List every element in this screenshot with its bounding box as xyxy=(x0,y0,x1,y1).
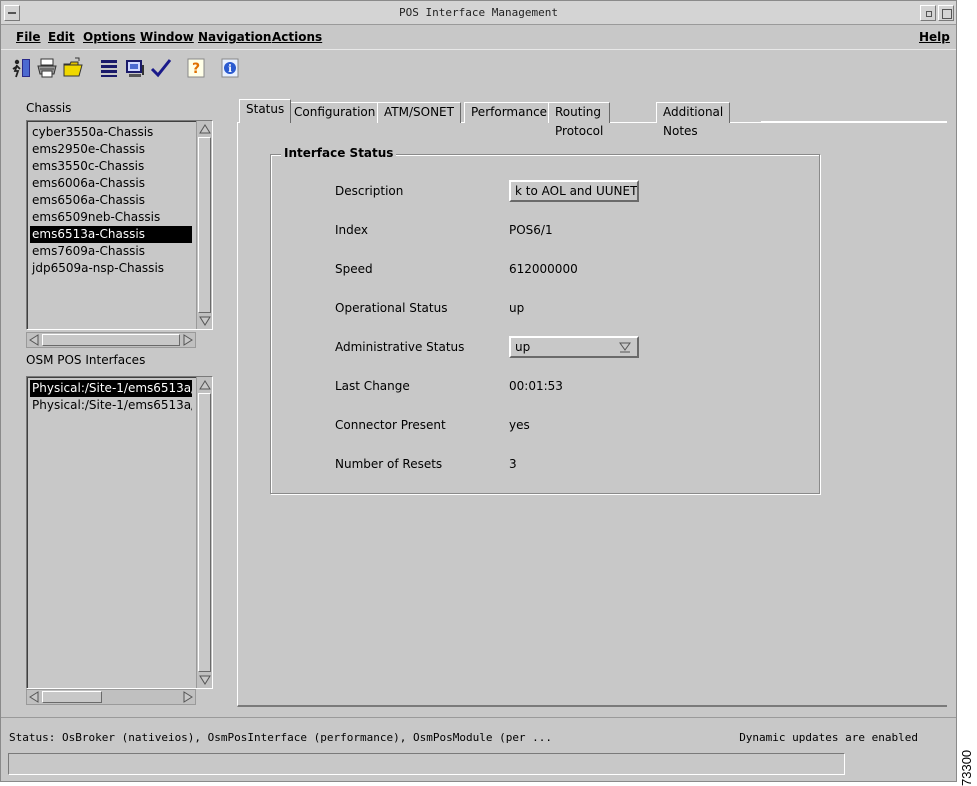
osm-pos-interfaces-label: OSM POS Interfaces xyxy=(26,353,146,367)
chassis-vertical-scrollbar[interactable] xyxy=(196,121,212,329)
osm-interface-list-item[interactable]: Physical:/Site-1/ems6513a/e xyxy=(30,397,192,414)
scroll-right-arrow-icon[interactable] xyxy=(182,691,194,703)
menu-edit[interactable]: Edit xyxy=(48,30,75,44)
help-icon[interactable]: ? xyxy=(184,56,208,80)
index-label: Index xyxy=(335,223,369,237)
chassis-list-item[interactable]: cyber3550a-Chassis xyxy=(30,124,192,141)
info-icon[interactable]: i xyxy=(218,56,242,80)
operational-status-value: up xyxy=(509,301,525,315)
chassis-vscroll-thumb[interactable] xyxy=(198,137,211,313)
osm-interface-list-item[interactable]: Physical:/Site-1/ems6513a/e xyxy=(30,380,192,397)
chassis-label: Chassis xyxy=(26,101,72,115)
tab-configuration[interactable]: Configuration xyxy=(287,102,383,123)
administrative-status-value: up xyxy=(515,340,531,354)
chassis-list-item[interactable]: ems6006a-Chassis xyxy=(30,175,192,192)
svg-text:i: i xyxy=(228,64,232,75)
scroll-up-arrow-icon[interactable] xyxy=(199,123,211,135)
chassis-list-item[interactable]: ems6509neb-Chassis xyxy=(30,209,192,226)
chassis-list-item[interactable]: ems7609a-Chassis xyxy=(30,243,192,260)
chassis-hscroll-thumb[interactable] xyxy=(42,334,180,346)
osm-horizontal-scrollbar[interactable] xyxy=(26,689,196,705)
menu-window[interactable]: Window xyxy=(140,30,194,44)
chassis-list-item[interactable]: ems3550c-Chassis xyxy=(30,158,192,175)
list-icon[interactable] xyxy=(97,56,121,80)
figure-number: 73300 xyxy=(959,749,974,786)
dynamic-updates-status: Dynamic updates are enabled xyxy=(739,731,918,744)
tab-additional-notes[interactable]: Additional Notes xyxy=(656,102,731,138)
description-field[interactable]: k to AOL and UUNET xyxy=(509,180,639,202)
status-text: Status: OsBroker (nativeios), OsmPosInte… xyxy=(9,731,553,744)
speed-label: Speed xyxy=(335,262,373,276)
chassis-list-item[interactable]: ems6506a-Chassis xyxy=(30,192,192,209)
osm-interfaces-listbox[interactable]: Physical:/Site-1/ems6513a/e Physical:/Sit… xyxy=(26,376,213,689)
osm-list-items: Physical:/Site-1/ems6513a/e Physical:/Sit… xyxy=(30,380,192,414)
interface-status-group: Interface Status xyxy=(270,146,820,494)
pos-interface-window: POS Interface Management File Edit Optio… xyxy=(0,0,957,782)
chassis-list-item[interactable]: ems6513a-Chassis xyxy=(30,226,192,243)
open-folder-icon[interactable] xyxy=(61,56,85,80)
scroll-right-arrow-icon[interactable] xyxy=(182,334,194,346)
maximize-button[interactable] xyxy=(938,5,954,21)
osm-vertical-scrollbar[interactable] xyxy=(196,377,212,688)
menu-options[interactable]: Options xyxy=(83,30,136,44)
operational-status-label: Operational Status xyxy=(335,301,448,315)
tab-status[interactable]: Status xyxy=(239,99,292,123)
osm-vscroll-thumb[interactable] xyxy=(198,393,211,672)
number-of-resets-value: 3 xyxy=(509,457,517,471)
menu-actions[interactable]: Actions xyxy=(272,30,322,44)
checkmark-icon[interactable] xyxy=(149,56,173,80)
status-separator xyxy=(1,717,956,718)
menu-help[interactable]: Help xyxy=(919,30,950,44)
last-change-value: 00:01:53 xyxy=(509,379,563,393)
menu-bar: File Edit Options Window Navigation Acti… xyxy=(1,26,956,50)
connector-present-label: Connector Present xyxy=(335,418,446,432)
tab-performance[interactable]: Performance xyxy=(464,102,555,123)
chassis-list-item[interactable]: jdp6509a-nsp-Chassis xyxy=(30,260,192,277)
scroll-up-arrow-icon[interactable] xyxy=(199,379,211,391)
connector-present-value: yes xyxy=(509,418,530,432)
minimize-button[interactable] xyxy=(920,5,936,21)
tab-atm-sonet[interactable]: ATM/SONET xyxy=(377,102,461,123)
osm-hscroll-thumb[interactable] xyxy=(42,691,102,703)
tab-strip-line xyxy=(761,121,947,122)
scroll-down-arrow-icon[interactable] xyxy=(199,315,211,327)
status-bar: Status: OsBroker (nativeios), OsmPosInte… xyxy=(1,727,956,749)
svg-text:?: ? xyxy=(192,61,200,77)
interface-status-title: Interface Status xyxy=(281,146,397,160)
toolbar: ? i xyxy=(1,54,956,82)
administrative-status-label: Administrative Status xyxy=(335,340,465,354)
scroll-left-arrow-icon[interactable] xyxy=(28,691,40,703)
scroll-left-arrow-icon[interactable] xyxy=(28,334,40,346)
monitor-icon[interactable] xyxy=(123,56,147,80)
menu-navigation[interactable]: Navigation xyxy=(198,30,271,44)
title-bar: POS Interface Management xyxy=(1,1,956,25)
chassis-listbox[interactable]: cyber3550a-Chassis ems2950e-Chassis ems355… xyxy=(26,120,213,330)
menu-file[interactable]: File xyxy=(16,30,41,44)
chassis-horizontal-scrollbar[interactable] xyxy=(26,332,196,348)
scroll-down-arrow-icon[interactable] xyxy=(199,674,211,686)
print-icon[interactable] xyxy=(35,56,59,80)
description-label: Description xyxy=(335,184,404,198)
administrative-status-dropdown[interactable]: up xyxy=(509,336,639,358)
tab-routing-protocol[interactable]: Routing Protocol xyxy=(548,102,611,138)
chassis-list-item[interactable]: ems2950e-Chassis xyxy=(30,141,192,158)
chassis-list-items: cyber3550a-Chassis ems2950e-Chassis ems355… xyxy=(30,124,192,277)
exit-icon[interactable] xyxy=(9,56,33,80)
speed-value: 612000000 xyxy=(509,262,578,276)
number-of-resets-label: Number of Resets xyxy=(335,457,443,471)
progress-bar xyxy=(8,753,845,775)
dropdown-arrow-icon xyxy=(619,342,631,353)
last-change-label: Last Change xyxy=(335,379,410,393)
window-title: POS Interface Management xyxy=(399,6,558,19)
index-value: POS6/1 xyxy=(509,223,553,237)
